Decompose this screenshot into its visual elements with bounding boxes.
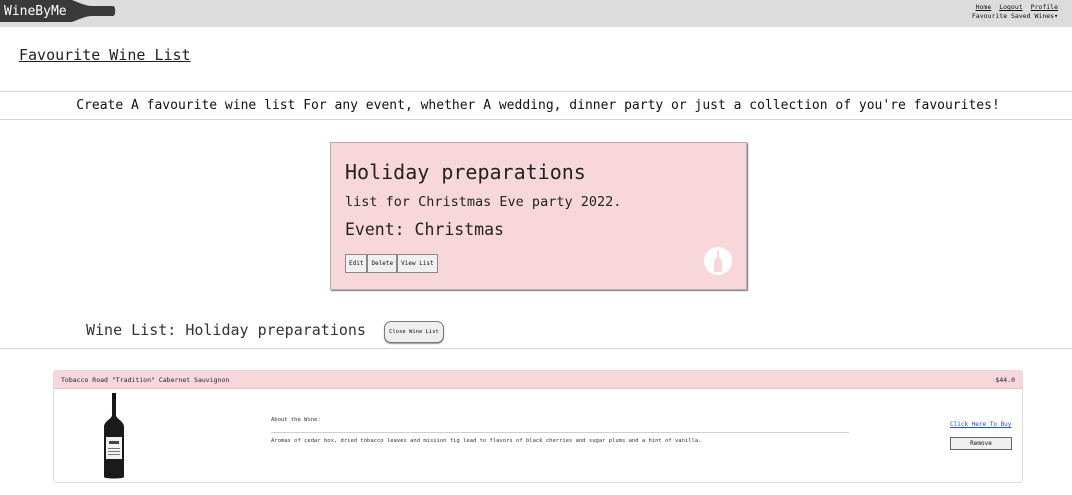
wine-name: Tobacco Road "Tradition" Cabernet Sauvig… <box>61 376 230 384</box>
wine-price: $44.0 <box>995 376 1015 384</box>
nav-links: Home Logout Profile Favourite Saved Wine… <box>972 3 1058 21</box>
wine-bottle-image <box>104 393 124 479</box>
view-list-button[interactable]: View List <box>397 254 438 273</box>
winebyme-logo[interactable]: WineByMe <box>0 0 118 22</box>
intro-band: Create A favourite wine list For any eve… <box>0 91 1072 120</box>
about-wine-label: About the Wine: <box>271 417 321 423</box>
wine-list-item: Tobacco Road "Tradition" Cabernet Sauvig… <box>53 370 1023 483</box>
favourite-list-card: Holiday preparations list for Christmas … <box>330 142 747 290</box>
close-wine-list-button[interactable]: Close Wine List <box>384 321 444 343</box>
list-title: Holiday preparations <box>345 160 586 184</box>
edit-button[interactable]: Edit <box>345 254 368 273</box>
buy-link[interactable]: Click Here To Buy <box>950 421 1011 428</box>
about-divider <box>271 432 849 433</box>
wine-list-heading: Wine List: Holiday preparations <box>86 321 366 339</box>
svg-text:WineByMe: WineByMe <box>4 4 67 19</box>
nav-home-link[interactable]: Home <box>976 3 992 11</box>
wine-description: Aromas of cedar box, dried tobacco leave… <box>271 438 702 444</box>
favourite-saved-wines-dropdown[interactable]: Favourite Saved Wines▾ <box>972 12 1058 21</box>
wine-item-header: Tobacco Road "Tradition" Cabernet Sauvig… <box>54 371 1022 389</box>
remove-button[interactable]: Remove <box>950 437 1012 450</box>
nav-profile-link[interactable]: Profile <box>1031 3 1058 11</box>
page-title: Favourite Wine List <box>19 46 191 64</box>
card-buttons: Edit Delete View List <box>345 254 438 273</box>
caret-down-icon: ▾ <box>1054 12 1058 20</box>
top-navbar: WineByMe Home Logout Profile Favourite S… <box>0 0 1072 27</box>
list-description: list for Christmas Eve party 2022. <box>345 194 622 210</box>
list-event: Event: Christmas <box>345 220 504 239</box>
intro-text: Create A favourite wine list For any eve… <box>76 98 1000 113</box>
wine-bottle-icon <box>704 247 732 275</box>
nav-logout-link[interactable]: Logout <box>999 3 1022 11</box>
divider <box>0 348 1072 349</box>
delete-button[interactable]: Delete <box>367 254 398 273</box>
dropdown-label: Favourite Saved Wines <box>971 12 1055 20</box>
